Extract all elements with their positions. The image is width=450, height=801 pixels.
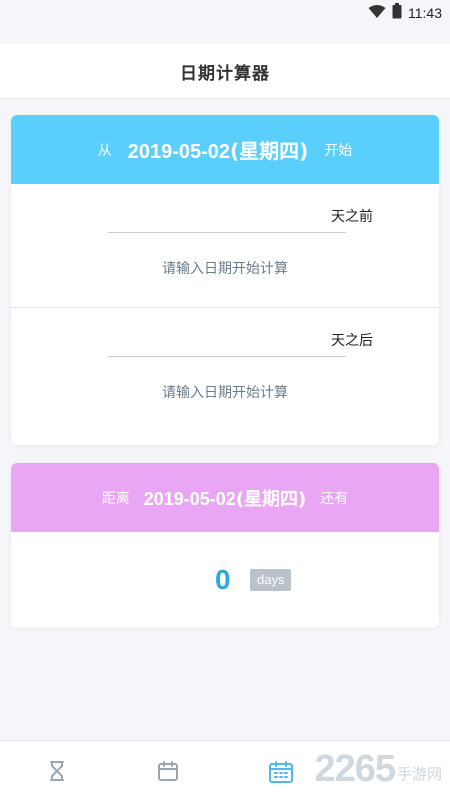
tab-date-calculator[interactable] <box>268 759 293 783</box>
days-after-result: 请输入日期开始计算 <box>162 385 288 401</box>
days-after-block: 天之后 请输入日期开始计算 <box>11 308 439 431</box>
from-label: 从 <box>97 142 112 159</box>
start-weekday: (星期四) <box>230 139 309 163</box>
tab-hourglass[interactable] <box>45 759 69 783</box>
days-after-input[interactable] <box>108 318 346 357</box>
target-date-header[interactable]: 距离 2019-05-02(星期四) 还有 <box>11 463 439 532</box>
battery-icon <box>392 3 402 23</box>
start-date-value: 2019-05-02 <box>127 141 231 163</box>
status-time: 11:43 <box>408 5 442 21</box>
status-bar: 11:43 <box>0 0 450 26</box>
tab-calendar[interactable] <box>156 759 180 783</box>
calculator-calendar-icon <box>268 761 294 789</box>
days-before-input[interactable] <box>108 194 346 233</box>
remaining-label: 还有 <box>320 490 349 507</box>
bottom-tab-bar <box>0 740 450 801</box>
target-date[interactable]: 2019-05-02(星期四) <box>144 485 307 511</box>
countdown-value: 0 <box>215 564 231 595</box>
wifi-icon <box>368 4 386 23</box>
target-weekday: (星期四) <box>235 488 307 510</box>
distance-label: 距离 <box>101 490 130 507</box>
app-bar: 日期计算器 <box>0 44 450 99</box>
countdown-body: 0 days <box>11 532 439 628</box>
days-after-unit: 天之后 <box>331 333 373 349</box>
target-date-value: 2019-05-02 <box>143 488 236 509</box>
start-label: 开始 <box>324 142 353 159</box>
start-date-header[interactable]: 从 2019-05-02(星期四) 开始 <box>11 115 439 184</box>
calendar-icon <box>156 761 180 787</box>
page-title: 日期计算器 <box>180 63 270 84</box>
countdown-card: 距离 2019-05-02(星期四) 还有 0 days <box>11 463 439 628</box>
days-before-unit: 天之前 <box>331 209 373 225</box>
start-date[interactable]: 2019-05-02(星期四) <box>128 135 309 164</box>
days-before-result: 请输入日期开始计算 <box>162 261 288 277</box>
date-calc-card: 从 2019-05-02(星期四) 开始 天之前 请输入日期开始计算 天之后 请… <box>11 115 439 445</box>
countdown-unit-badge: days <box>250 569 292 591</box>
hourglass-icon <box>45 761 69 787</box>
days-before-block: 天之前 请输入日期开始计算 <box>11 184 439 308</box>
